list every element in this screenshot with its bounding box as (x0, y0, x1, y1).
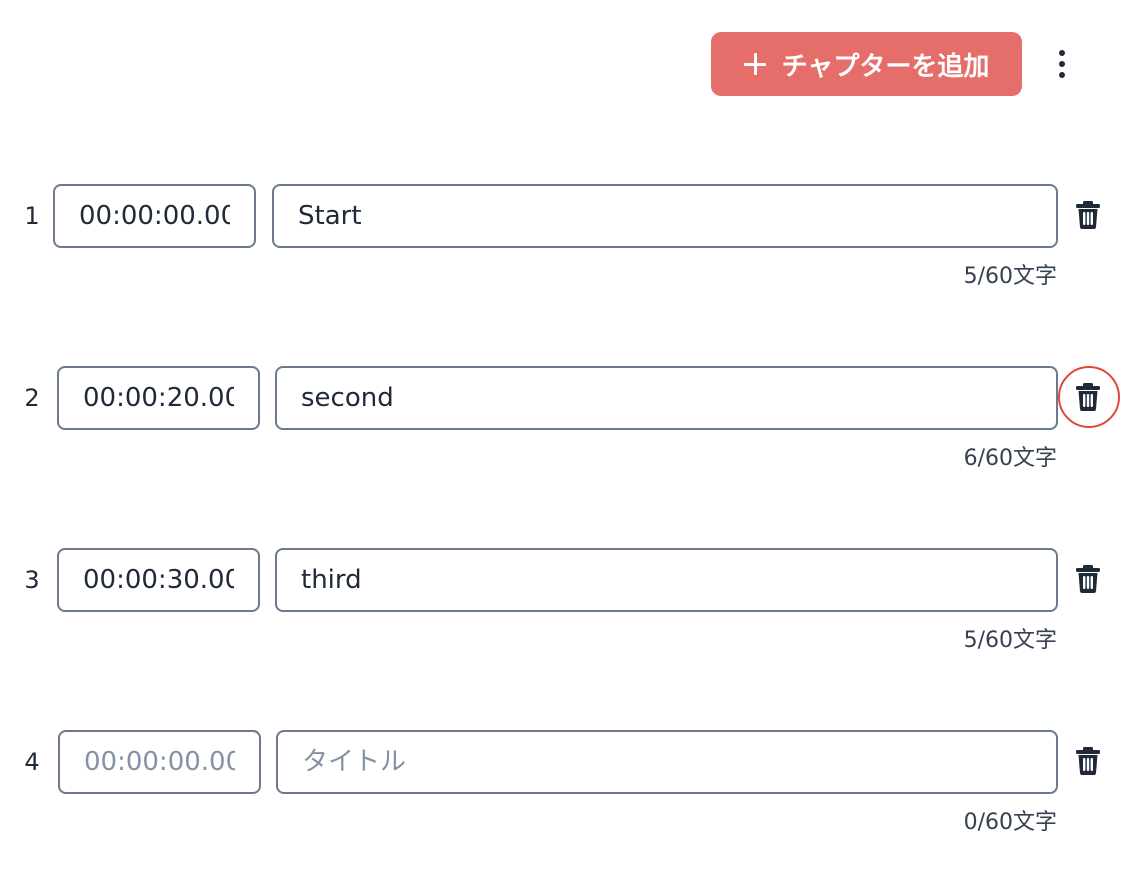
trash-icon (1076, 201, 1100, 229)
more-vertical-icon-dot (1059, 72, 1065, 78)
chapter-editor: チャプターを追加 1 5/60文字 2 (0, 0, 1134, 872)
delete-chapter-button[interactable] (1074, 562, 1102, 596)
chapter-row: 2 6/60文字 (0, 366, 1134, 471)
chapter-title-input[interactable] (276, 730, 1058, 794)
chapter-index: 2 (24, 384, 40, 412)
add-chapter-button[interactable]: チャプターを追加 (711, 32, 1022, 96)
delete-chapter-button[interactable] (1074, 744, 1102, 778)
delete-chapter-button[interactable] (1074, 198, 1102, 232)
chapter-index: 1 (24, 202, 40, 230)
chapter-time-input[interactable] (53, 184, 256, 248)
chapter-row: 3 5/60文字 (0, 548, 1134, 653)
chapter-row: 1 5/60文字 (0, 184, 1134, 289)
add-chapter-label: チャプターを追加 (781, 51, 990, 82)
more-vertical-icon-dot (1059, 61, 1065, 67)
chapter-time-input[interactable] (58, 730, 261, 794)
chapter-time-input[interactable] (57, 548, 260, 612)
chapter-index: 4 (24, 748, 40, 776)
chapter-title-input[interactable] (275, 366, 1058, 430)
more-menu-button[interactable] (1046, 44, 1078, 84)
trash-icon (1076, 383, 1100, 411)
trash-icon (1076, 565, 1100, 593)
char-count: 5/60文字 (963, 628, 1057, 653)
chapter-index: 3 (24, 566, 40, 594)
plus-icon (743, 53, 766, 75)
chapter-time-input[interactable] (57, 366, 260, 430)
char-count: 6/60文字 (963, 446, 1057, 471)
trash-icon (1076, 747, 1100, 775)
char-count: 5/60文字 (963, 264, 1057, 289)
delete-chapter-button[interactable] (1074, 380, 1102, 414)
more-vertical-icon (1059, 50, 1065, 56)
chapter-row: 4 0/60文字 (0, 730, 1134, 835)
chapter-title-input[interactable] (275, 548, 1058, 612)
char-count: 0/60文字 (963, 810, 1057, 835)
chapter-title-input[interactable] (272, 184, 1058, 248)
